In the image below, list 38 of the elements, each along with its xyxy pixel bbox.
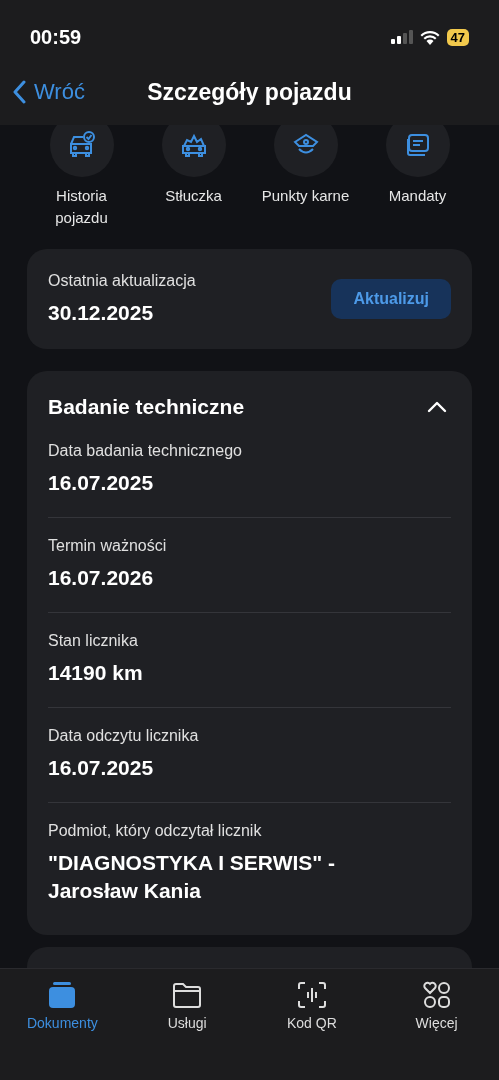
field-label: Data odczytu licznika (48, 726, 200, 746)
quick-action-label: Punkty karne (260, 186, 351, 206)
field-label: Podmiot, który odczytał licznik (48, 821, 263, 841)
quick-action-label: Mandaty (387, 186, 448, 206)
screen-title: Szczegóły pojazdu (147, 78, 352, 106)
wifi-icon (419, 29, 440, 45)
quick-action-label: Historia pojazdu (54, 186, 109, 228)
stack-icon (47, 981, 78, 1009)
field-value: 16.07.2025 (48, 470, 155, 496)
tab-bar-item[interactable]: Kod QR (249, 969, 375, 1031)
folder-icon (172, 981, 203, 1009)
field-value: 30.12.2025 (48, 300, 155, 326)
field-value: 16.07.2026 (48, 565, 155, 591)
section-title: Badanie techniczne (48, 395, 245, 419)
field-label: Termin ważności (48, 536, 168, 556)
quick-action-button[interactable] (49, 125, 114, 177)
field-value: 16.07.2025 (48, 755, 155, 781)
battery-level: 47 (446, 28, 469, 46)
tab-bar-item[interactable]: Więcej (374, 969, 499, 1031)
field-value: 14190 km (48, 660, 144, 686)
tab-bar-item[interactable]: Usługi (124, 969, 250, 1031)
tab-bar-item[interactable]: Dokumenty (0, 969, 125, 1031)
status-time: 00:59 (30, 25, 82, 49)
field-value: "DIAGNOSTYKA I SERWIS" - Jarosław Kania (48, 850, 337, 904)
back-button[interactable]: Wróć (0, 79, 85, 105)
quick-action-label: Stłuczka (164, 186, 223, 206)
chevron-left-icon (12, 80, 26, 104)
chevron-icon (427, 401, 447, 413)
field-label: Ostatnia aktualizacja (48, 271, 196, 291)
update-button[interactable]: Aktualizuj (331, 279, 451, 319)
signal-icon (390, 30, 413, 44)
quick-action-button[interactable] (385, 125, 450, 177)
quick-action-button[interactable] (161, 125, 226, 177)
quick-action-button[interactable] (273, 125, 338, 177)
field-label: Stan licznika (48, 631, 139, 651)
scan-icon (296, 981, 327, 1009)
field-label: Data badania technicznego (48, 441, 243, 461)
apps-icon (421, 981, 452, 1009)
